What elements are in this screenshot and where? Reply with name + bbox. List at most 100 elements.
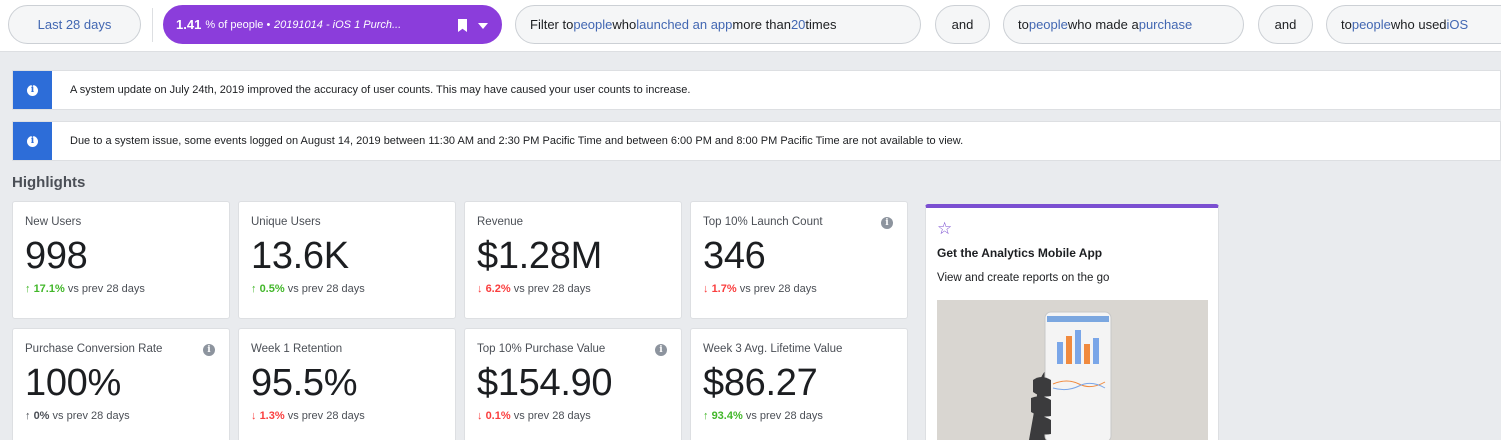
- filter-launched-app[interactable]: Filter to people who launched an app mor…: [515, 5, 921, 44]
- arrow-down-icon: ↓: [477, 283, 483, 295]
- system-notice: i Due to a system issue, some events log…: [12, 121, 1501, 161]
- filter-text: who made a: [1067, 17, 1139, 32]
- segment-suffix: % of people •: [205, 18, 271, 31]
- compare-text: vs prev 28 days: [745, 410, 823, 422]
- info-icon: i: [27, 84, 38, 96]
- filter-text: to: [1018, 17, 1029, 32]
- metric-delta: ↑ 93.4% vs prev 28 days: [703, 410, 895, 422]
- filter-used-ios[interactable]: to people who used iOS: [1326, 5, 1501, 44]
- arrow-down-icon: ↓: [251, 410, 257, 422]
- arrow-up-icon: ↑: [251, 283, 257, 295]
- filter-platform-link[interactable]: iOS: [1447, 17, 1469, 32]
- metric-card-week1-retention[interactable]: Week 1 Retention 95.5% ↓ 1.3% vs prev 28…: [238, 328, 456, 440]
- metric-card-revenue[interactable]: Revenue $1.28M ↓ 6.2% vs prev 28 days: [464, 201, 682, 319]
- mobile-app-promo-card[interactable]: ☆ Get the Analytics Mobile App View and …: [925, 204, 1219, 440]
- metric-label: Week 3 Avg. Lifetime Value: [703, 343, 843, 355]
- segment-selector[interactable]: 1.41 % of people • 20191014 - iOS 1 Purc…: [163, 5, 502, 44]
- filter-text: to: [1341, 17, 1352, 32]
- promo-title: Get the Analytics Mobile App: [937, 246, 1103, 260]
- info-icon: i: [27, 135, 38, 147]
- filter-people-link[interactable]: people: [573, 17, 612, 32]
- metric-label: Top 10% Purchase Value: [477, 343, 606, 355]
- filter-event-link[interactable]: launched an app: [636, 17, 732, 32]
- segment-name: 20191014 - iOS 1 Purch...: [273, 18, 402, 31]
- delta-value: 1.3%: [259, 410, 285, 422]
- compare-text: vs prev 28 days: [52, 410, 130, 422]
- notice-text: A system update on July 24th, 2019 impro…: [70, 84, 691, 96]
- metric-value: $1.28M: [477, 235, 602, 277]
- divider: [152, 8, 153, 42]
- metric-delta: ↑ 17.1% vs prev 28 days: [25, 283, 217, 295]
- and-operator-button[interactable]: and: [935, 5, 990, 44]
- metric-value: 13.6K: [251, 235, 349, 277]
- info-badge: i: [13, 122, 52, 160]
- filter-people-link[interactable]: people: [1029, 17, 1068, 32]
- arrow-up-icon: ↑: [25, 410, 31, 422]
- section-title: Highlights: [12, 174, 86, 191]
- bookmark-icon[interactable]: [458, 19, 467, 32]
- delta-value: 0%: [33, 410, 50, 422]
- notice-text: Due to a system issue, some events logge…: [70, 135, 964, 147]
- compare-text: vs prev 28 days: [513, 410, 591, 422]
- metric-card-week3-ltv[interactable]: Week 3 Avg. Lifetime Value $86.27 ↑ 93.4…: [690, 328, 908, 440]
- metric-label: Purchase Conversion Rate: [25, 343, 163, 355]
- metric-card-purchase-conversion[interactable]: Purchase Conversion Rate i 100% ↑ 0% vs …: [12, 328, 230, 440]
- segment-percent: 1.41: [176, 17, 202, 32]
- metric-card-new-users[interactable]: New Users 998 ↑ 17.1% vs prev 28 days: [12, 201, 230, 319]
- metric-delta: ↓ 1.7% vs prev 28 days: [703, 283, 895, 295]
- filter-text: times: [805, 17, 837, 32]
- filter-count-link[interactable]: 20: [791, 17, 805, 32]
- compare-text: vs prev 28 days: [739, 283, 817, 295]
- info-icon[interactable]: i: [881, 217, 893, 229]
- metric-card-unique-users[interactable]: Unique Users 13.6K ↑ 0.5% vs prev 28 day…: [238, 201, 456, 319]
- metric-card-top-purchase-value[interactable]: Top 10% Purchase Value i $154.90 ↓ 0.1% …: [464, 328, 682, 440]
- filter-text: who used: [1390, 17, 1447, 32]
- filter-text: who: [612, 17, 637, 32]
- metric-label: Top 10% Launch Count: [703, 216, 823, 228]
- delta-value: 6.2%: [485, 283, 511, 295]
- metric-card-top-launch-count[interactable]: Top 10% Launch Count i 346 ↓ 1.7% vs pre…: [690, 201, 908, 319]
- compare-text: vs prev 28 days: [287, 410, 365, 422]
- compare-text: vs prev 28 days: [67, 283, 145, 295]
- metric-value: $154.90: [477, 362, 613, 404]
- filter-people-link[interactable]: people: [1352, 17, 1391, 32]
- metric-label: New Users: [25, 216, 82, 228]
- metric-value: $86.27: [703, 362, 818, 404]
- phone-chart-illustration: [1029, 311, 1112, 440]
- metric-delta: ↓ 0.1% vs prev 28 days: [477, 410, 669, 422]
- delta-value: 1.7%: [711, 283, 737, 295]
- metric-value: 95.5%: [251, 362, 358, 404]
- metric-label: Week 1 Retention: [251, 343, 343, 355]
- info-icon[interactable]: i: [655, 344, 667, 356]
- info-icon[interactable]: i: [203, 344, 215, 356]
- metric-value: 100%: [25, 362, 121, 404]
- delta-value: 0.1%: [485, 410, 511, 422]
- and-operator-button[interactable]: and: [1258, 5, 1313, 44]
- promo-subtitle: View and create reports on the go: [937, 272, 1110, 284]
- arrow-up-icon: ↑: [703, 410, 709, 422]
- phone-illustration: [937, 300, 1208, 440]
- filter-made-purchase[interactable]: to people who made a purchase: [1003, 5, 1244, 44]
- metric-value: 998: [25, 235, 88, 277]
- metric-value: 346: [703, 235, 766, 277]
- compare-text: vs prev 28 days: [287, 283, 365, 295]
- filter-event-link[interactable]: purchase: [1139, 17, 1192, 32]
- metric-delta: ↓ 6.2% vs prev 28 days: [477, 283, 669, 295]
- arrow-down-icon: ↓: [703, 283, 709, 295]
- metric-label: Unique Users: [251, 216, 321, 228]
- metric-label: Revenue: [477, 216, 524, 228]
- delta-value: 17.1%: [33, 283, 65, 295]
- filter-text: more than: [732, 17, 791, 32]
- star-icon[interactable]: ☆: [937, 220, 1207, 238]
- filter-bar: Last 28 days 1.41 % of people • 20191014…: [0, 0, 1501, 52]
- compare-text: vs prev 28 days: [513, 283, 591, 295]
- metric-delta: ↑ 0.5% vs prev 28 days: [251, 283, 443, 295]
- chevron-down-icon[interactable]: [478, 23, 488, 29]
- delta-value: 0.5%: [259, 283, 285, 295]
- info-badge: i: [13, 71, 52, 109]
- metric-delta: ↓ 1.3% vs prev 28 days: [251, 410, 443, 422]
- filter-text: Filter to: [530, 17, 574, 32]
- date-range-button[interactable]: Last 28 days: [8, 5, 141, 44]
- system-notice: i A system update on July 24th, 2019 imp…: [12, 70, 1501, 110]
- metric-delta: ↑ 0% vs prev 28 days: [25, 410, 217, 422]
